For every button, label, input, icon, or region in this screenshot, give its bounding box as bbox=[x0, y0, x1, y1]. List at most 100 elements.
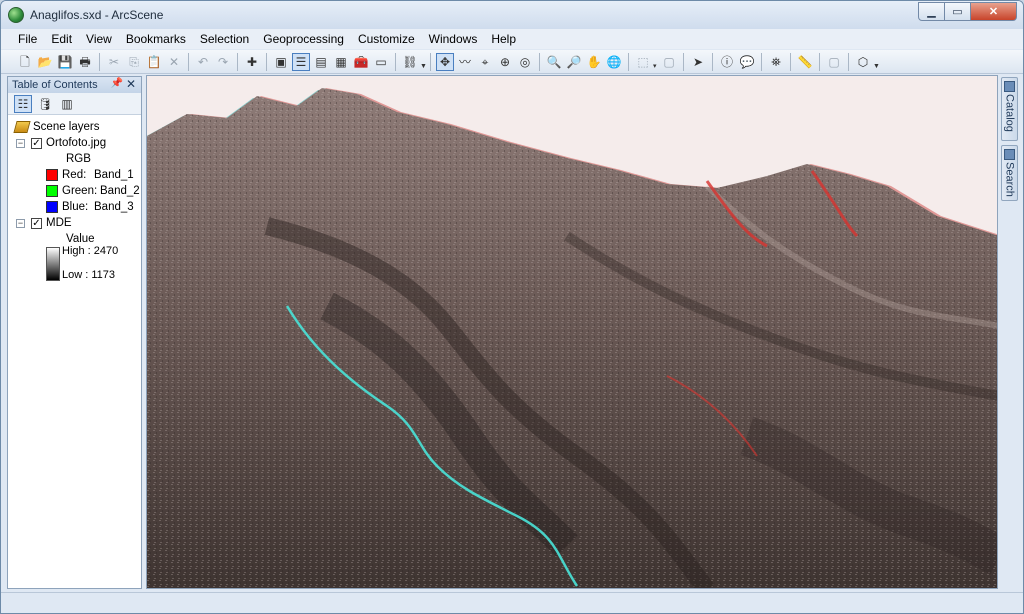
search-tab[interactable]: Search bbox=[1001, 145, 1018, 201]
paste-icon[interactable]: 📋 bbox=[146, 54, 162, 70]
collapse-icon[interactable]: − bbox=[16, 138, 25, 148]
3d-analyst-cube-icon[interactable]: ⬡ bbox=[855, 54, 871, 70]
list-by-source-icon[interactable]: 🛢 bbox=[37, 96, 53, 112]
select-elements-arrow-icon[interactable]: ➤ bbox=[690, 54, 706, 70]
full-extent-globe-icon[interactable]: 🌐 bbox=[606, 54, 622, 70]
menu-selection[interactable]: Selection bbox=[193, 32, 256, 46]
menu-geoprocessing[interactable]: Geoprocessing bbox=[256, 32, 351, 46]
find-binoculars-icon[interactable]: ⛯ bbox=[768, 54, 784, 70]
menu-file[interactable]: File bbox=[11, 32, 44, 46]
catalog-icon bbox=[1004, 81, 1015, 92]
close-button[interactable]: ✕ bbox=[971, 2, 1017, 21]
value-label: Value bbox=[66, 233, 95, 245]
identify-icon[interactable]: ⓘ bbox=[719, 54, 735, 70]
toolbar-separator bbox=[683, 52, 684, 71]
toc-toolbar: ☷ 🛢 ▥ bbox=[8, 93, 141, 115]
catalog-window-icon[interactable]: ▤ bbox=[313, 54, 329, 70]
add-data-icon[interactable]: ✚ bbox=[244, 54, 260, 70]
collapse-icon[interactable]: − bbox=[16, 218, 25, 228]
toolbar-overflow-chevron-icon[interactable]: ▼ bbox=[873, 54, 880, 70]
layer-visibility-checkbox[interactable]: ✓ bbox=[31, 217, 42, 229]
band-channel: Green: bbox=[62, 185, 98, 197]
layer-name: Ortofoto.jpg bbox=[46, 137, 107, 149]
menu-view[interactable]: View bbox=[79, 32, 119, 46]
catalog-tab-label: Catalog bbox=[1003, 94, 1016, 132]
select-dropdown-chevron-icon[interactable]: ▾ bbox=[653, 54, 659, 70]
window-title: Anaglifos.sxd - ArcScene bbox=[30, 8, 164, 22]
animation-icon[interactable]: ▢ bbox=[826, 54, 842, 70]
renderer-label-row: RGB bbox=[8, 151, 141, 167]
toolbar-separator bbox=[761, 52, 762, 71]
menu-windows[interactable]: Windows bbox=[422, 32, 485, 46]
toolbar-separator bbox=[99, 52, 100, 71]
save-icon[interactable]: 💾 bbox=[57, 54, 73, 70]
search-window-icon[interactable]: ▦ bbox=[333, 54, 349, 70]
fly-icon[interactable]: 〰 bbox=[457, 54, 473, 70]
clear-selection-icon[interactable]: ▢ bbox=[661, 54, 677, 70]
scene-view[interactable] bbox=[146, 75, 998, 589]
zoom-to-target-icon[interactable]: ⊕ bbox=[497, 54, 513, 70]
arcscene-globe-icon bbox=[8, 7, 24, 23]
right-dock: Catalog Search bbox=[999, 75, 1021, 205]
low-value-label: Low : 1173 bbox=[62, 269, 116, 281]
select-features-icon[interactable]: ⬚ bbox=[635, 54, 651, 70]
high-value-label: High : 2470 bbox=[62, 245, 119, 257]
layer-tree: Scene layers − ✓ Ortofoto.jpg RGB Red: B… bbox=[8, 115, 141, 283]
toolbar-overflow-chevron-icon[interactable]: ▼ bbox=[420, 54, 427, 70]
scene-layers-row[interactable]: Scene layers bbox=[8, 119, 141, 135]
zoom-in-icon[interactable]: 🔍 bbox=[546, 54, 562, 70]
arctoolbox-icon[interactable]: 🧰 bbox=[353, 54, 369, 70]
target-center-icon[interactable]: ⌖ bbox=[477, 54, 493, 70]
band-channel: Red: bbox=[62, 169, 87, 181]
catalog-tab[interactable]: Catalog bbox=[1001, 77, 1018, 141]
menu-bar: File Edit View Bookmarks Selection Geopr… bbox=[1, 29, 1023, 49]
layer-row-ortofoto[interactable]: − ✓ Ortofoto.jpg bbox=[8, 135, 141, 151]
layer-visibility-checkbox[interactable]: ✓ bbox=[31, 137, 42, 149]
modelbuilder-icon[interactable]: ⛓ bbox=[402, 54, 418, 70]
layer-name: MDE bbox=[46, 217, 72, 229]
pan-hand-icon[interactable]: ✋ bbox=[586, 54, 602, 70]
red-swatch bbox=[46, 169, 58, 181]
toolbar-separator bbox=[237, 52, 238, 71]
band-channel: Blue: bbox=[62, 201, 89, 213]
toc-close-icon[interactable]: ✕ bbox=[126, 77, 136, 91]
toc-header: Table of Contents 📌 ✕ bbox=[8, 77, 141, 93]
menu-help[interactable]: Help bbox=[484, 32, 523, 46]
menu-edit[interactable]: Edit bbox=[44, 32, 79, 46]
band-row-red: Red: Band_1 bbox=[8, 167, 141, 183]
maximize-button[interactable]: ▭ bbox=[945, 2, 971, 21]
copy-icon[interactable]: ⎘ bbox=[126, 54, 142, 70]
redo-icon[interactable]: ↷ bbox=[215, 54, 231, 70]
renderer-label: RGB bbox=[66, 153, 91, 165]
measure-icon[interactable]: 📏 bbox=[797, 54, 813, 70]
cut-icon[interactable]: ✂ bbox=[106, 54, 122, 70]
elevation-color-ramp bbox=[46, 247, 60, 281]
zoom-out-icon[interactable]: 🔎 bbox=[566, 54, 582, 70]
title-bar[interactable]: Anaglifos.sxd - ArcScene ▁ ▭ ✕ bbox=[1, 1, 1023, 29]
scene-properties-icon[interactable]: ▣ bbox=[273, 54, 289, 70]
minimize-button[interactable]: ▁ bbox=[918, 2, 945, 21]
menu-bookmarks[interactable]: Bookmarks bbox=[119, 32, 193, 46]
print-icon[interactable]: 🖶 bbox=[77, 54, 93, 70]
python-window-icon[interactable]: ▭ bbox=[373, 54, 389, 70]
layer-row-mde[interactable]: − ✓ MDE bbox=[8, 215, 141, 231]
scene-layers-label: Scene layers bbox=[33, 121, 100, 133]
html-popup-icon[interactable]: 💬 bbox=[739, 54, 755, 70]
toolbar-separator bbox=[188, 52, 189, 71]
set-observer-icon[interactable]: ◎ bbox=[517, 54, 533, 70]
pin-icon[interactable]: 📌 bbox=[111, 78, 123, 89]
delete-icon[interactable]: ✕ bbox=[166, 54, 182, 70]
undo-icon[interactable]: ↶ bbox=[195, 54, 211, 70]
navigate-icon[interactable]: ✥ bbox=[436, 52, 454, 71]
band-name: Band_3 bbox=[94, 201, 134, 213]
toolbar-separator bbox=[712, 52, 713, 71]
table-of-contents-icon[interactable]: ☰ bbox=[292, 52, 310, 71]
list-by-visibility-icon[interactable]: ▥ bbox=[59, 96, 75, 112]
list-by-drawing-order-icon[interactable]: ☷ bbox=[14, 94, 32, 113]
toolbar-separator bbox=[628, 52, 629, 71]
new-document-icon[interactable]: 🗋 bbox=[17, 54, 33, 70]
open-folder-icon[interactable]: 📂 bbox=[37, 54, 53, 70]
toolbar-separator bbox=[819, 52, 820, 71]
table-of-contents-panel: Table of Contents 📌 ✕ ☷ 🛢 ▥ Scene layers… bbox=[7, 76, 142, 589]
menu-customize[interactable]: Customize bbox=[351, 32, 422, 46]
